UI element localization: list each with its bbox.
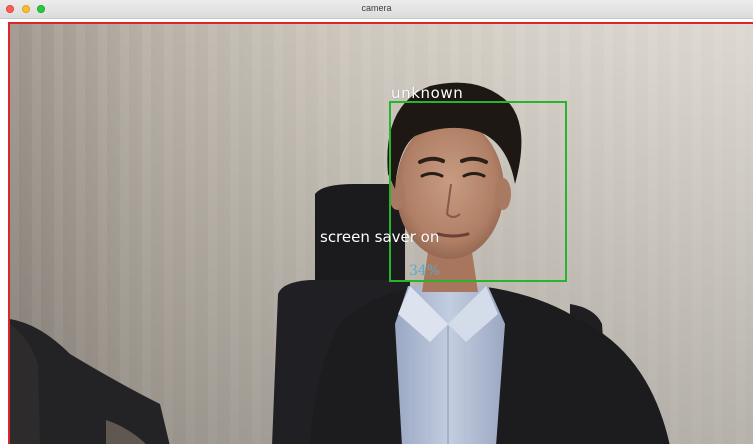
title-bar[interactable]: camera [0,0,753,19]
face-detection-box [389,101,567,282]
face-label: unknown [391,84,464,102]
window-title: camera [361,3,392,13]
camera-view: unknown screen saver on 34% [8,22,753,444]
camera-window: camera unknown screen saver on 34% [0,0,753,444]
confidence-percent: 34% [409,263,441,279]
screen-saver-status: screen saver on [320,228,440,246]
